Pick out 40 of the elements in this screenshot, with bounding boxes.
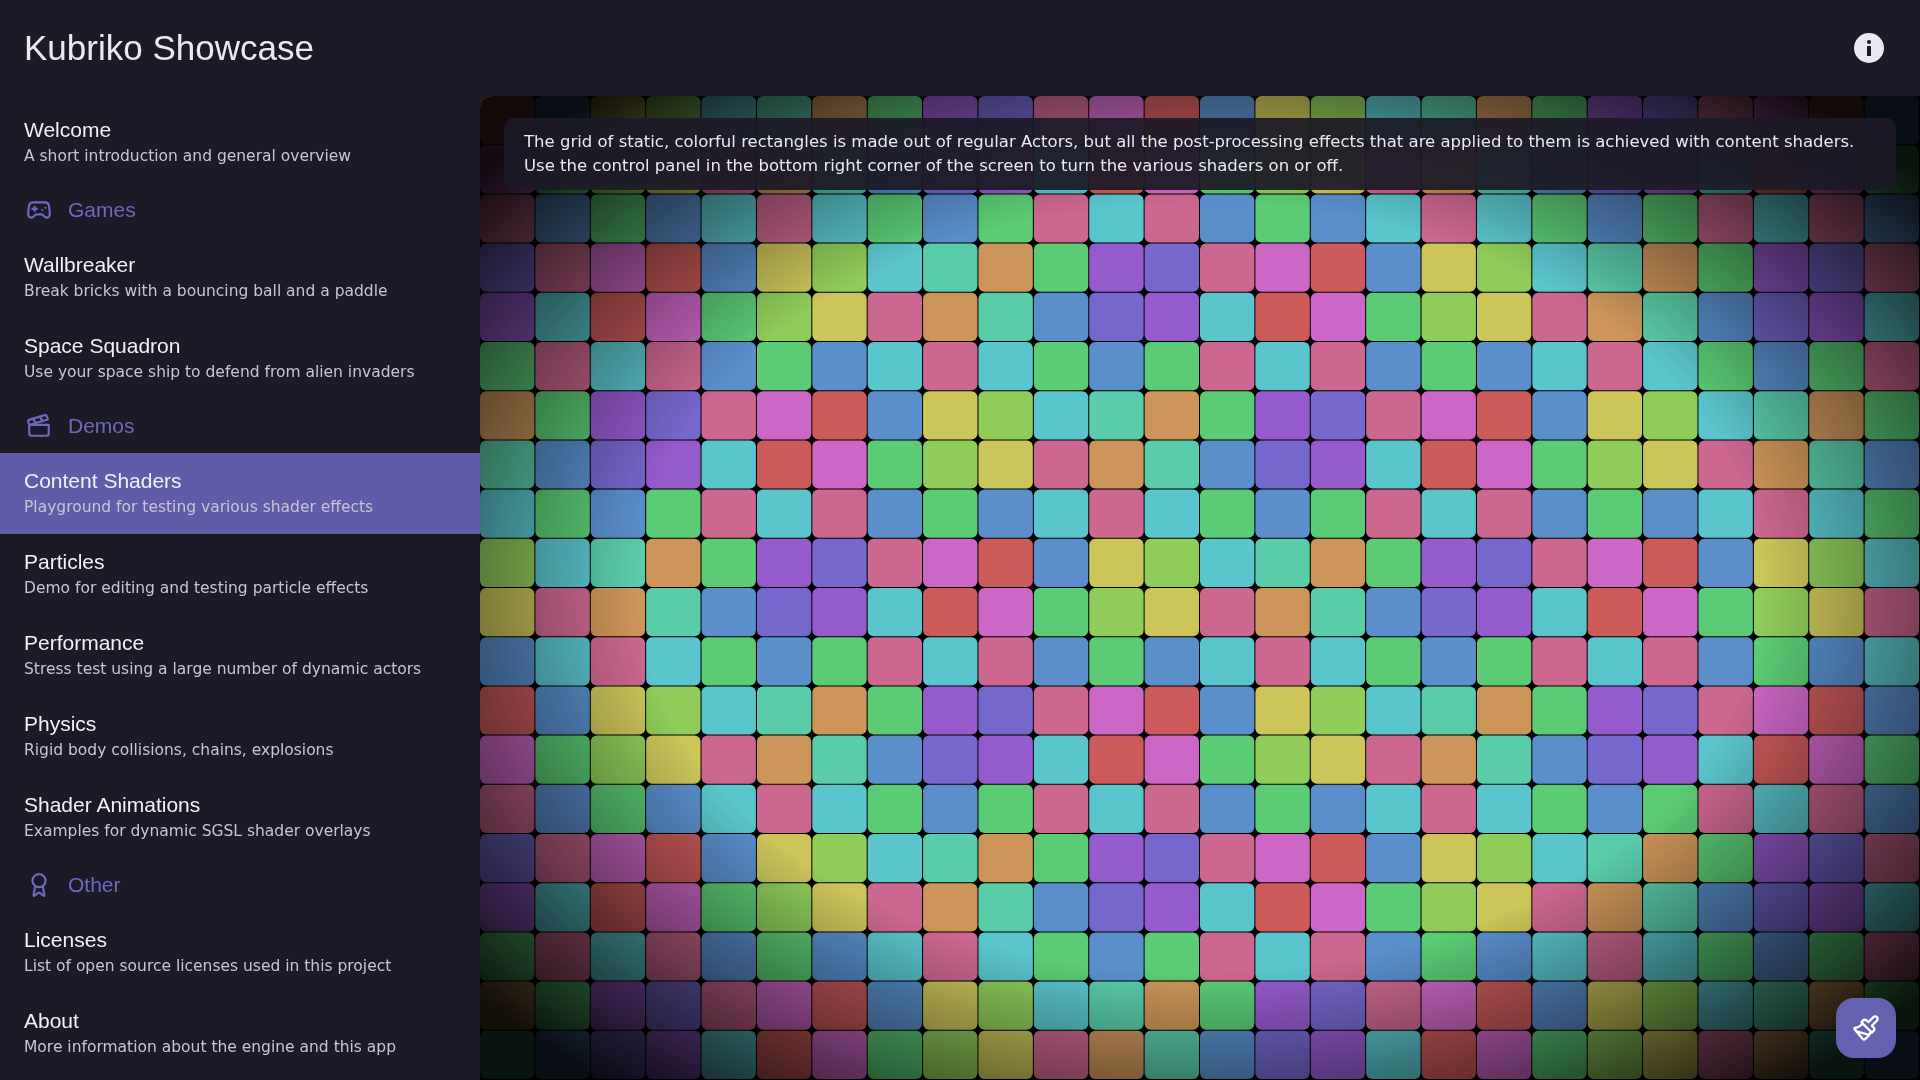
nav-item[interactable]: Space Squadron Use your space ship to defend from alien invaders	[0, 318, 480, 399]
nav-item[interactable]: About More information about the engine and this app	[0, 993, 480, 1074]
clapperboard-icon	[26, 413, 52, 439]
nav-item-title: Welcome	[24, 118, 113, 142]
paintbrush-icon	[1852, 1014, 1880, 1042]
nav-item-subtitle: Use your space ship to defend from alien invaders	[24, 363, 416, 381]
app-title: Kubriko Showcase	[24, 28, 314, 68]
nav-item-subtitle: Demo for editing and testing particle effects	[24, 579, 370, 597]
nav-item-title: Particles	[24, 550, 106, 574]
section-header: Games	[68, 198, 136, 222]
nav-item-subtitle: Examples for dynamic SGSL shader overlays	[24, 822, 372, 840]
section-header: Other	[68, 873, 121, 897]
nav-item-subtitle: List of open source licenses used in this project	[24, 957, 393, 975]
nav-item[interactable]: Licenses List of open source licenses used in this project	[0, 912, 480, 993]
nav-item-subtitle: More information about the engine and this app	[24, 1038, 397, 1056]
nav-item[interactable]: Content Shaders Playground for testing various shader effects	[0, 453, 480, 534]
nav-item-title: Content Shaders	[24, 469, 183, 493]
info-button[interactable]	[1854, 33, 1884, 63]
nav-item-subtitle: Playground for testing various shader effects	[24, 498, 375, 516]
nav-item-subtitle: Rigid body collisions, chains, explosions	[24, 741, 335, 759]
shader-panel-button[interactable]	[1836, 998, 1896, 1058]
nav-item-subtitle: Break bricks with a bouncing ball and a paddle	[24, 282, 389, 300]
nav-item-title: Performance	[24, 631, 146, 655]
nav-item-subtitle: A short introduction and general overview	[24, 147, 352, 165]
nav-item-title: Physics	[24, 712, 98, 736]
nav-item-subtitle: Stress test using a large number of dynamic actors	[24, 660, 423, 678]
nav-item[interactable]: Physics Rigid body collisions, chains, explosions	[0, 696, 480, 777]
nav-item-title: About	[24, 1009, 80, 1033]
nav-item[interactable]: Performance Stress test using a large number of dynamic actors	[0, 615, 480, 696]
nav-item[interactable]: Wallbreaker Break bricks with a bouncing ball and a paddle	[0, 237, 480, 318]
nav-item-title: Space Squadron	[24, 334, 182, 358]
info-icon	[1866, 40, 1872, 56]
nav-item-title: Shader Animations	[24, 793, 202, 817]
nav-item[interactable]: Welcome A short introduction and general overview	[0, 102, 480, 183]
nav-item[interactable]: Particles Demo for editing and testing particle effects	[0, 534, 480, 615]
section-header: Demos	[68, 414, 135, 438]
nav-item-title: Licenses	[24, 928, 108, 952]
description-text: The grid of static, colorful rectangles is made out of regular Actors, but all the post-processing effects that are applied to them is achieved with content shaders. Use the control panel in the bottom right corner of the screen to turn the various shaders on or off.	[504, 118, 1896, 190]
nav-item-title: Wallbreaker	[24, 253, 137, 277]
nav-item[interactable]: Shader Animations Examples for dynamic SGSL shader overlays	[0, 777, 480, 858]
